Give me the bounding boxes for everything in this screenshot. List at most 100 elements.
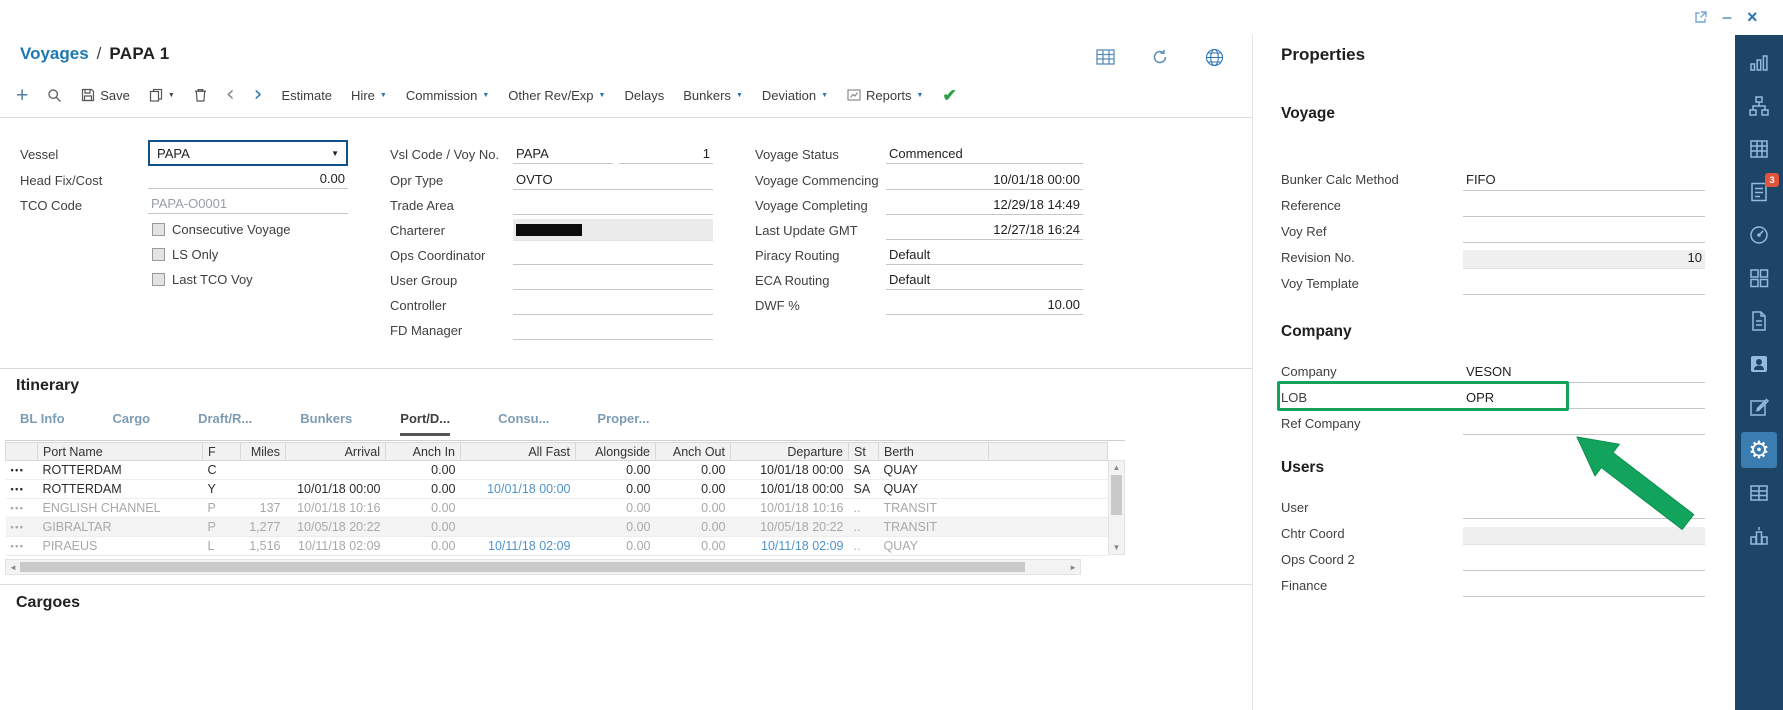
hire-menu-button[interactable]: Hire▼ <box>351 88 387 103</box>
controller-field[interactable] <box>513 294 713 315</box>
piracy-routing-field[interactable]: Default <box>886 244 1083 265</box>
validate-check-icon[interactable]: ✔ <box>942 87 956 104</box>
head-fix-cost-field[interactable]: 0.00 <box>148 168 348 189</box>
cell-alongside[interactable]: 0.00 <box>576 537 656 556</box>
tab-consumption[interactable]: Consu... <box>498 411 549 436</box>
reference-field[interactable] <box>1463 199 1705 217</box>
cell-anch-in[interactable]: 0.00 <box>386 461 461 480</box>
cell-berth[interactable]: TRANSIT <box>879 518 989 537</box>
cell-berth[interactable]: QUAY <box>879 461 989 480</box>
analytics-icon[interactable] <box>1735 41 1783 84</box>
horizontal-scrollbar[interactable]: ◄ ► <box>5 559 1081 575</box>
cell-berth[interactable]: QUAY <box>879 480 989 499</box>
itinerary-row[interactable]: ROTTERDAM Y 10/01/18 00:00 0.00 10/01/18… <box>6 480 1108 499</box>
podium-icon[interactable] <box>1735 514 1783 557</box>
ops-coord-2-field[interactable] <box>1463 553 1705 571</box>
itinerary-row[interactable]: ROTTERDAM C 0.00 0.00 0.00 10/01/18 00:0… <box>6 461 1108 480</box>
last-tco-voy-checkbox[interactable] <box>152 273 165 286</box>
cell-st[interactable]: .. <box>849 499 879 518</box>
row-menu-icon[interactable] <box>6 518 38 537</box>
settings-gear-icon[interactable]: ⚙ <box>1735 428 1783 471</box>
cell-miles[interactable]: 137 <box>241 499 286 518</box>
apps-icon[interactable] <box>1735 256 1783 299</box>
tab-draft-restrictions[interactable]: Draft/R... <box>198 411 252 436</box>
cell-anch-in[interactable]: 0.00 <box>386 518 461 537</box>
row-menu-icon[interactable] <box>6 480 38 499</box>
vsl-code-field[interactable]: PAPA <box>513 143 613 164</box>
cell-anch-in[interactable]: 0.00 <box>386 480 461 499</box>
horizontal-scroll-thumb[interactable] <box>20 562 1025 572</box>
bunkers-menu-button[interactable]: Bunkers▼ <box>683 88 743 103</box>
cell-anch-out[interactable]: 0.00 <box>656 461 731 480</box>
other-rev-exp-menu-button[interactable]: Other Rev/Exp▼ <box>508 88 605 103</box>
deviation-menu-button[interactable]: Deviation▼ <box>762 88 828 103</box>
scroll-up-icon[interactable]: ▲ <box>1109 463 1124 472</box>
finance-field[interactable] <box>1463 579 1705 597</box>
vessel-dropdown[interactable]: PAPA ▼ <box>148 140 348 166</box>
voyage-completing-field[interactable]: 12/29/18 14:49 <box>886 194 1083 215</box>
ref-company-field[interactable] <box>1463 417 1705 435</box>
cell-departure[interactable]: 10/01/18 00:00 <box>731 480 849 499</box>
cell-berth[interactable]: QUAY <box>879 537 989 556</box>
row-menu-icon[interactable] <box>6 461 38 480</box>
cell-port-name[interactable]: ROTTERDAM <box>38 461 203 480</box>
cell-all-fast[interactable] <box>461 461 576 480</box>
new-button[interactable]: + <box>16 85 28 106</box>
ops-coordinator-field[interactable] <box>513 244 713 265</box>
vertical-scrollbar[interactable]: ▲ ▼ <box>1108 460 1125 555</box>
cell-st[interactable]: SA <box>849 461 879 480</box>
delete-button[interactable] <box>194 88 207 102</box>
user-field[interactable] <box>1463 501 1705 519</box>
ls-only-checkbox[interactable] <box>152 248 165 261</box>
cell-alongside[interactable]: 0.00 <box>576 461 656 480</box>
tco-code-field[interactable]: PAPA-O0001 <box>148 193 348 214</box>
cell-departure[interactable]: 10/05/18 20:22 <box>731 518 849 537</box>
gauge-icon[interactable] <box>1735 213 1783 256</box>
cell-departure[interactable]: 10/11/18 02:09 <box>731 537 849 556</box>
minimize-icon[interactable]: – <box>1722 8 1732 26</box>
dwf-field[interactable]: 10.00 <box>886 294 1083 315</box>
refresh-icon[interactable] <box>1151 48 1169 66</box>
pop-out-icon[interactable] <box>1694 11 1707 24</box>
cell-miles[interactable] <box>241 480 286 499</box>
consecutive-voyage-checkbox[interactable] <box>152 223 165 236</box>
voy-template-field[interactable] <box>1463 277 1705 295</box>
save-button[interactable]: Save <box>81 88 130 103</box>
cell-anch-out[interactable]: 0.00 <box>656 518 731 537</box>
row-menu-icon[interactable] <box>6 537 38 556</box>
data-grid-icon[interactable] <box>1096 49 1115 65</box>
cell-f[interactable]: L <box>203 537 241 556</box>
cell-st[interactable]: .. <box>849 537 879 556</box>
cell-all-fast[interactable] <box>461 499 576 518</box>
delays-button[interactable]: Delays <box>624 88 664 103</box>
cell-st[interactable]: SA <box>849 480 879 499</box>
search-icon[interactable] <box>47 88 62 103</box>
voy-ref-field[interactable] <box>1463 225 1705 243</box>
cell-miles[interactable]: 1,516 <box>241 537 286 556</box>
cell-arrival[interactable]: 10/11/18 02:09 <box>286 537 386 556</box>
trade-area-field[interactable] <box>513 194 713 215</box>
cell-anch-out[interactable]: 0.00 <box>656 499 731 518</box>
cell-anch-out[interactable]: 0.00 <box>656 537 731 556</box>
scroll-right-icon[interactable]: ► <box>1069 563 1077 572</box>
tab-properties[interactable]: Proper... <box>597 411 649 436</box>
scroll-down-icon[interactable]: ▼ <box>1109 543 1124 552</box>
last-update-gmt-field[interactable]: 12/27/18 16:24 <box>886 219 1083 240</box>
cell-arrival[interactable] <box>286 461 386 480</box>
previous-record-button[interactable]: ‹ <box>226 84 235 106</box>
tasks-icon[interactable]: 3 <box>1735 170 1783 213</box>
company-field[interactable]: VESON <box>1463 364 1705 383</box>
cell-f[interactable]: P <box>203 518 241 537</box>
bunker-calc-method-field[interactable]: FIFO <box>1463 172 1705 191</box>
tab-port-dates[interactable]: Port/D... <box>400 411 450 436</box>
cell-arrival[interactable]: 10/01/18 00:00 <box>286 480 386 499</box>
cell-alongside[interactable]: 0.00 <box>576 499 656 518</box>
cell-departure[interactable]: 10/01/18 00:00 <box>731 461 849 480</box>
hierarchy-icon[interactable] <box>1735 84 1783 127</box>
estimate-button[interactable]: Estimate <box>281 88 332 103</box>
cell-f[interactable]: C <box>203 461 241 480</box>
copy-button[interactable]: ▼ <box>149 88 175 102</box>
tab-cargo[interactable]: Cargo <box>113 411 151 436</box>
cell-anch-in[interactable]: 0.00 <box>386 499 461 518</box>
opr-type-field[interactable]: OVTO <box>513 169 713 190</box>
